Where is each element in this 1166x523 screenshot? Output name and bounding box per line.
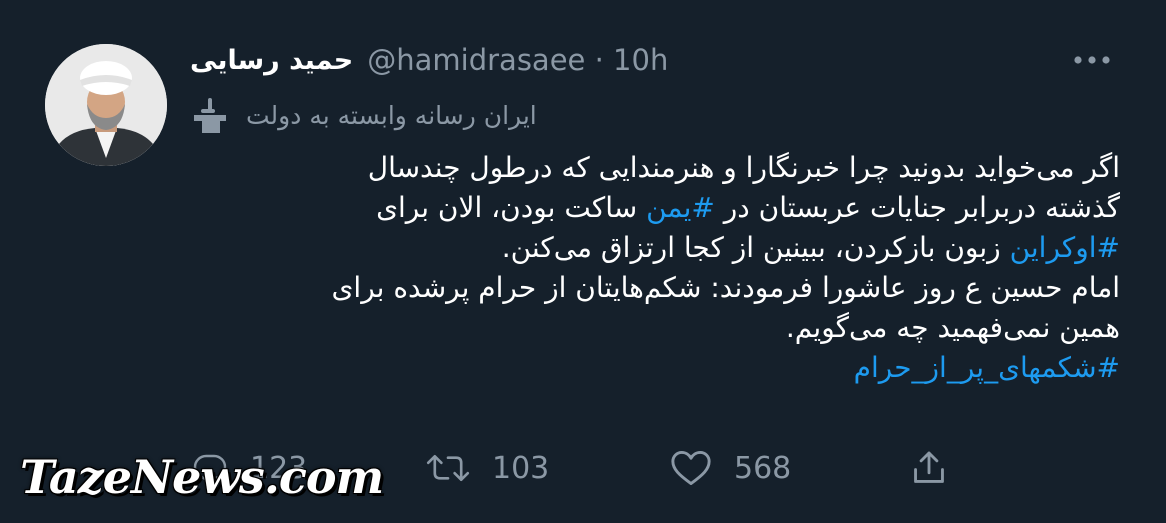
like-count: 568 [734, 450, 792, 486]
tweet-line: گذشته دربرابر جنایات عربستان در #یمن ساک… [376, 191, 1120, 224]
handle-and-time[interactable]: @hamidrasaee · 10h [367, 43, 668, 77]
retweet-icon [426, 454, 470, 482]
avatar[interactable] [45, 44, 167, 166]
hashtag-haram[interactable]: #شکمهای_پر_از_حرام [854, 351, 1120, 384]
tweet-text: اگر می‌خواید بدونید چرا خبرنگارا و هنرمن… [190, 148, 1121, 388]
tweet-line: #شکمهای_پر_از_حرام [190, 348, 1120, 388]
display-name[interactable]: حمید رسایی [190, 45, 353, 76]
retweet-count: 103 [492, 450, 550, 486]
state-media-label[interactable]: ایران رسانه وابسته به دولت [190, 92, 537, 138]
retweet-button[interactable]: 103 [426, 440, 549, 496]
avatar-portrait [45, 44, 167, 166]
share-button[interactable] [910, 440, 948, 496]
tweet-line: #اوکراین زبون بازکردن، ببینین از کجا ارت… [501, 231, 1120, 264]
tweet: حمید رسایی @hamidrasaee · 10h ایران رسان… [0, 0, 1166, 523]
watermark: TazeNews.com [20, 450, 384, 504]
like-button[interactable]: 568 [670, 440, 791, 496]
tweet-line: همین نمی‌فهمید چه می‌گویم. [785, 311, 1120, 344]
tweet-header: حمید رسایی @hamidrasaee · 10h [190, 38, 668, 82]
share-icon [914, 451, 944, 483]
hashtag-ukraine[interactable]: #اوکراین [1010, 231, 1120, 264]
more-options-icon[interactable] [1070, 50, 1114, 70]
state-media-podium-icon [194, 98, 226, 133]
heart-icon [671, 450, 711, 486]
hashtag-yemen[interactable]: #یمن [646, 191, 715, 224]
state-media-label-text: ایران رسانه وابسته به دولت [246, 100, 537, 130]
tweet-line: اگر می‌خواید بدونید چرا خبرنگارا و هنرمن… [367, 151, 1120, 184]
tweet-line: امام حسین ع روز عاشورا فرمودند: شکم‌هایت… [331, 271, 1121, 304]
